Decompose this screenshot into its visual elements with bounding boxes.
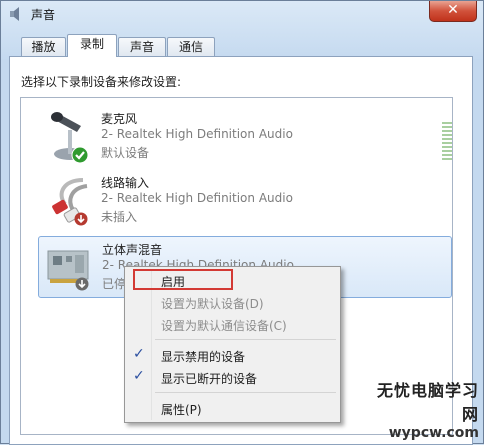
device-description: 2- Realtek High Definition Audio — [101, 127, 293, 141]
device-row-line-in[interactable]: 线路输入 2- Realtek High Definition Audio 未插… — [38, 170, 452, 232]
menu-item-properties[interactable]: 属性(P) — [127, 397, 338, 419]
watermark-line2: wypcw.com — [388, 425, 479, 441]
device-status: 未插入 — [101, 210, 138, 224]
close-icon: ✕ — [447, 2, 459, 18]
menu-item-set-default-device[interactable]: 设置为默认设备(D) — [127, 291, 338, 313]
sound-dialog: 声音 ✕ 播放 录制 声音 通信 选择以下录制设备来修改设置: 麦克风 2- R… — [0, 0, 484, 445]
watermark: 无忧电脑学习网 wypcw.com — [361, 377, 479, 441]
unplugged-arrow-icon — [74, 212, 88, 226]
speaker-icon — [10, 7, 19, 21]
device-row-microphone[interactable]: 麦克风 2- Realtek High Definition Audio 默认设… — [38, 106, 452, 168]
menu-item-show-disabled-devices[interactable]: ✓ 显示禁用的设备 — [127, 344, 338, 366]
disabled-arrow-icon — [75, 277, 89, 291]
level-meter — [442, 122, 452, 162]
tab-recording[interactable]: 录制 — [67, 34, 117, 57]
close-button[interactable]: ✕ — [429, 1, 477, 22]
highlight-box — [133, 269, 233, 290]
tab-sounds[interactable]: 声音 — [118, 37, 166, 57]
device-name: 线路输入 — [101, 176, 150, 190]
menu-item-label: 显示禁用的设备 — [161, 350, 246, 364]
menu-item-label: 属性(P) — [161, 403, 202, 417]
menu-separator — [155, 339, 336, 340]
menu-item-label: 显示已断开的设备 — [161, 372, 258, 386]
menu-item-set-default-comm-device[interactable]: 设置为默认通信设备(C) — [127, 313, 338, 335]
line-in-jack-icon — [52, 178, 88, 223]
menu-separator — [155, 392, 336, 393]
checkmark-icon: ✓ — [133, 346, 145, 362]
device-description: 2- Realtek High Definition Audio — [101, 191, 293, 205]
instruction-text: 选择以下录制设备来修改设置: — [21, 75, 182, 89]
tab-playback[interactable]: 播放 — [21, 37, 66, 57]
menu-item-label: 设置为默认设备(D) — [161, 297, 264, 311]
window-title: 声音 — [31, 8, 56, 22]
checkmark-icon: ✓ — [133, 368, 145, 384]
menu-item-label: 设置为默认通信设备(C) — [161, 319, 287, 333]
device-status: 默认设备 — [101, 146, 150, 160]
menu-item-show-disconnected-devices[interactable]: ✓ 显示已断开的设备 — [127, 366, 338, 388]
device-name: 麦克风 — [101, 112, 138, 126]
device-name: 立体声混音 — [102, 243, 163, 257]
watermark-line1: 无忧电脑学习网 — [376, 381, 479, 424]
sound-card-icon — [47, 250, 89, 283]
title-bar: 声音 ✕ — [1, 1, 483, 27]
default-check-icon — [71, 146, 89, 164]
tab-communications[interactable]: 通信 — [167, 37, 215, 57]
